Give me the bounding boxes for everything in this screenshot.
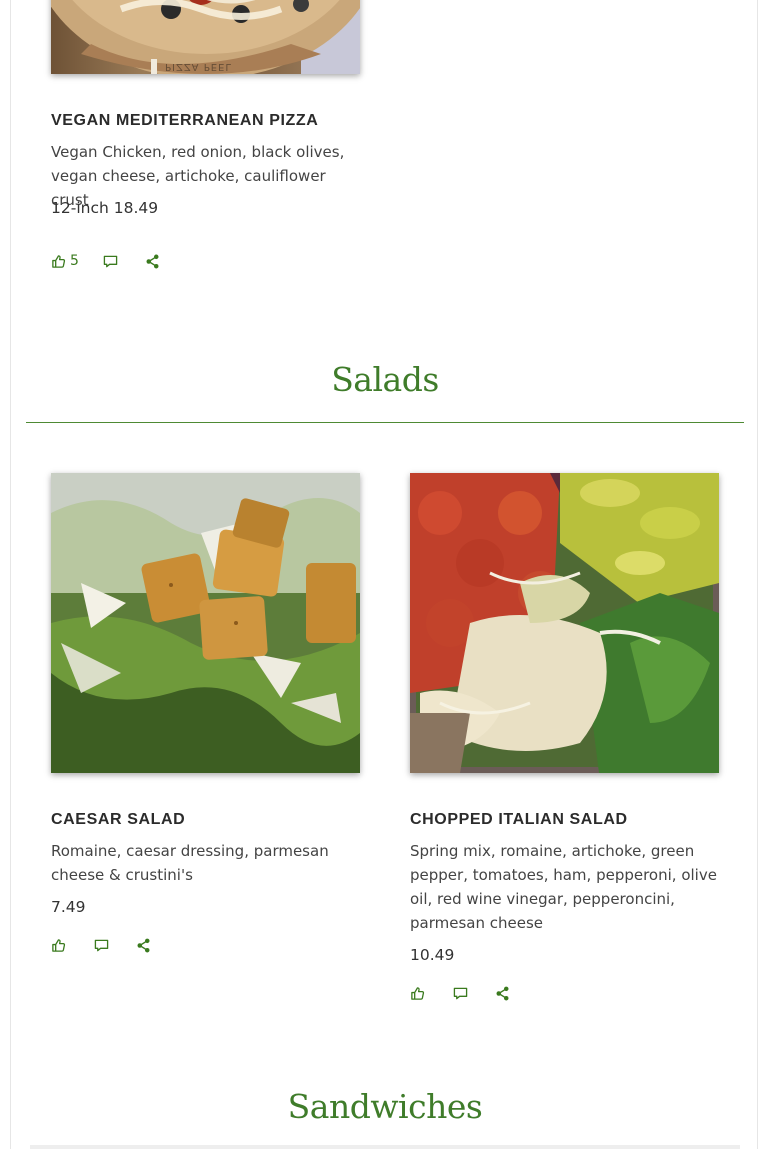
thumbs-up-icon <box>51 938 66 953</box>
item-price: 12-inch 18.49 <box>51 199 159 217</box>
share-button[interactable] <box>495 986 510 1001</box>
item-description: Romaine, caesar dressing, parmesan chees… <box>51 842 329 884</box>
pizza-board-text: PIZZA PEEL <box>165 61 232 72</box>
share-icon <box>136 938 151 953</box>
item-price: 7.49 <box>51 898 86 916</box>
comment-button[interactable] <box>103 254 118 269</box>
item-title: CAESAR SALAD <box>51 811 186 828</box>
share-button[interactable] <box>145 254 160 269</box>
share-icon <box>495 986 510 1001</box>
like-count: 5 <box>70 253 79 269</box>
comment-button[interactable] <box>94 938 109 953</box>
chopped-italian-salad-photo[interactable] <box>410 473 719 773</box>
item-title: VEGAN MEDITERRANEAN PIZZA <box>51 112 319 129</box>
like-button[interactable]: 5 <box>51 253 79 269</box>
item-actions <box>51 935 151 955</box>
section-heading-salads: Salads <box>331 360 439 399</box>
item-title: CHOPPED ITALIAN SALAD <box>410 811 628 828</box>
like-button[interactable] <box>410 986 425 1001</box>
section-divider-shadow <box>30 1145 740 1149</box>
comment-icon <box>94 938 109 953</box>
thumbs-up-icon <box>410 986 425 1001</box>
comment-button[interactable] <box>453 986 468 1001</box>
item-actions <box>410 983 510 1003</box>
comment-icon <box>453 986 468 1001</box>
item-price: 10.49 <box>410 946 455 964</box>
caesar-salad-photo[interactable] <box>51 473 360 773</box>
section-heading-sandwiches: Sandwiches <box>287 1087 483 1126</box>
section-divider <box>26 422 744 423</box>
comment-icon <box>103 254 118 269</box>
share-button[interactable] <box>136 938 151 953</box>
item-actions: 5 <box>51 251 160 271</box>
share-icon <box>145 254 160 269</box>
like-button[interactable] <box>51 938 66 953</box>
thumbs-up-icon <box>51 254 66 269</box>
item-description: Spring mix, romaine, artichoke, green pe… <box>410 842 717 932</box>
